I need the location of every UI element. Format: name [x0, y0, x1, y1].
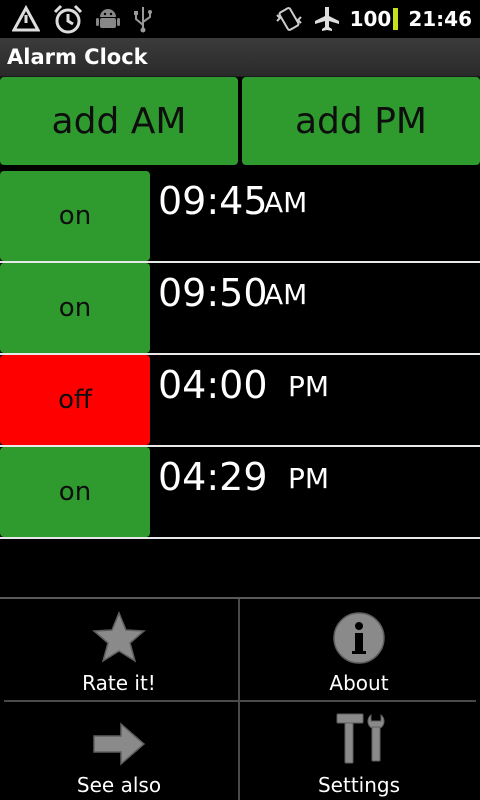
alarm-toggle-button[interactable]: off [0, 355, 150, 445]
app-title: Alarm Clock [7, 45, 148, 69]
usb-icon [132, 5, 154, 33]
alarm-clock-icon [52, 3, 84, 35]
battery-percent: 100 [349, 7, 392, 31]
airplane-mode-icon [314, 6, 340, 32]
arrow-right-icon [91, 721, 147, 771]
alarm-row[interactable]: off 04:00 PM [0, 355, 480, 447]
star-icon [91, 611, 147, 669]
warning-triangle-icon [12, 5, 40, 33]
alarm-time: 04:00 [158, 363, 268, 407]
info-icon [331, 611, 387, 669]
alarm-period: PM [288, 462, 330, 495]
add-pm-button[interactable]: add PM [242, 77, 480, 165]
alarm-row[interactable]: on 09:45 AM [0, 171, 480, 263]
battery-icon [393, 8, 399, 30]
status-icons-right: 100 21:46 [274, 0, 480, 38]
status-icons-left [0, 0, 154, 38]
options-menu: Rate it! About See also Settings [0, 597, 480, 800]
alarm-time: 09:45 [158, 179, 268, 223]
menu-item-settings[interactable]: Settings [240, 701, 478, 800]
menu-item-label: See also [76, 773, 162, 797]
status-time: 21:46 [408, 7, 472, 31]
menu-item-label: About [329, 671, 389, 695]
alarm-period: PM [288, 370, 330, 403]
menu-item-rate[interactable]: Rate it! [0, 599, 238, 699]
status-bar: 100 21:46 [0, 0, 480, 38]
alarm-row[interactable]: on 09:50 AM [0, 263, 480, 355]
battery-level: 100 [350, 7, 399, 31]
screen: 100 21:46 Alarm Clock add AM add PM on 0… [0, 0, 480, 800]
menu-item-about[interactable]: About [240, 599, 478, 699]
alarm-toggle-button[interactable]: on [0, 263, 150, 353]
alarm-period: AM [264, 186, 308, 219]
alarm-row[interactable]: on 04:29 PM [0, 447, 480, 539]
alarm-time: 04:29 [158, 455, 268, 499]
alarm-period: AM [264, 278, 308, 311]
menu-item-label: Settings [317, 773, 401, 797]
vibrate-icon [274, 5, 304, 33]
title-bar: Alarm Clock [0, 38, 480, 77]
alarm-toggle-button[interactable]: on [0, 171, 150, 261]
alarm-toggle-button[interactable]: on [0, 447, 150, 537]
alarm-time: 09:50 [158, 271, 268, 315]
android-icon [96, 6, 120, 32]
tools-icon [331, 711, 387, 771]
menu-item-see-also[interactable]: See also [0, 701, 238, 800]
menu-item-label: Rate it! [82, 671, 156, 695]
add-am-button[interactable]: add AM [0, 77, 238, 165]
